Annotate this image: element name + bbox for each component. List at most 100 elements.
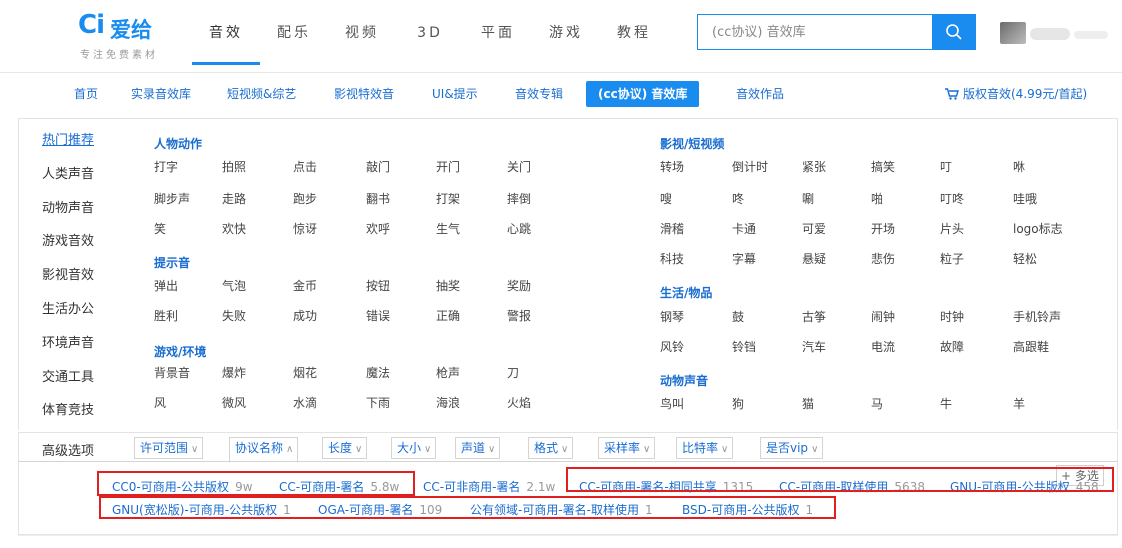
tag-item[interactable]: 悬疑 [802,250,826,267]
tag-item[interactable]: 刀 [507,364,519,381]
tag-item[interactable]: 枪声 [436,364,460,381]
tag-item[interactable]: 爆炸 [222,364,246,381]
tag-item[interactable]: 烟花 [293,364,317,381]
tag-item[interactable]: 弹出 [154,277,178,294]
tag-item[interactable]: 可爱 [802,220,826,237]
tag-item[interactable]: 海浪 [436,394,460,411]
filter-dropdown[interactable]: 格式 ∨ [528,437,574,459]
tag-item[interactable]: 欢快 [222,220,246,237]
subnav-home[interactable]: 首页 [74,81,98,107]
tag-item[interactable]: 打架 [436,190,460,207]
filter-dropdown[interactable]: 比特率 ∨ [676,437,734,459]
tag-item[interactable]: 倒计时 [732,158,768,175]
tag-item[interactable]: 关门 [507,158,531,175]
subnav-short-video[interactable]: 短视频&综艺 [227,81,296,107]
tag-item[interactable]: 马 [871,395,883,412]
tag-item[interactable]: 古筝 [802,308,826,325]
sidebar-item-film[interactable]: 影视音效 [20,259,116,293]
tag-item[interactable]: 金币 [293,277,317,294]
tag-item[interactable]: 开门 [436,158,460,175]
user-account[interactable] [1000,22,1108,44]
tag-item[interactable]: 唰 [802,190,814,207]
tag-item[interactable]: 高跟鞋 [1013,338,1049,355]
tag-item[interactable]: 电流 [871,338,895,355]
search-input[interactable] [698,15,934,49]
topnav-game[interactable]: 游戏 [532,0,600,66]
sidebar-item-game[interactable]: 游戏音效 [20,225,116,259]
tag-item[interactable]: 下雨 [366,394,390,411]
tag-item[interactable]: 叮咚 [940,190,964,207]
tag-item[interactable]: 错误 [366,307,390,324]
tag-item[interactable]: 片头 [940,220,964,237]
search-button[interactable] [932,14,976,50]
topnav-music[interactable]: 配乐 [260,0,328,66]
tag-item[interactable]: 笑 [154,220,166,237]
tag-item[interactable]: 轻松 [1013,250,1037,267]
tag-item[interactable]: 按钮 [366,277,390,294]
license-option[interactable]: CC-可非商用-署名 2.1w [423,478,555,495]
tag-item[interactable]: 开场 [871,220,895,237]
tag-item[interactable]: 滑稽 [660,220,684,237]
tag-item[interactable]: 悲伤 [871,250,895,267]
tag-item[interactable]: 敲门 [366,158,390,175]
tag-item[interactable]: 背景音 [154,364,190,381]
tag-item[interactable]: 翻书 [366,190,390,207]
filter-dropdown[interactable]: 采样率 ∨ [598,437,656,459]
tag-item[interactable]: 汽车 [802,338,826,355]
filter-dropdown[interactable]: 是否vip ∨ [760,437,824,459]
tag-item[interactable]: 搞笑 [871,158,895,175]
tag-item[interactable]: 时钟 [940,308,964,325]
tag-item[interactable]: 摔倒 [507,190,531,207]
tag-item[interactable]: 走路 [222,190,246,207]
subnav-works[interactable]: 音效作品 [736,81,784,107]
tag-item[interactable]: 惊讶 [293,220,317,237]
tag-item[interactable]: 水滴 [293,394,317,411]
tag-item[interactable]: 闹钟 [871,308,895,325]
tag-item[interactable]: 火焰 [507,394,531,411]
tag-item[interactable]: 猫 [802,395,814,412]
topnav-tutorial[interactable]: 教程 [600,0,668,66]
sidebar-item-life[interactable]: 生活办公 [20,293,116,327]
filter-dropdown[interactable]: 许可范围 ∨ [134,437,204,459]
filter-dropdown[interactable]: 声道 ∨ [455,437,501,459]
sidebar-item-sports[interactable]: 体育竞技 [20,394,116,428]
topnav-video[interactable]: 视频 [328,0,396,66]
tag-item[interactable]: 鸟叫 [660,395,684,412]
topnav-graphic[interactable]: 平面 [464,0,532,66]
tag-item[interactable]: 粒子 [940,250,964,267]
tag-item[interactable]: 微风 [222,394,246,411]
tag-item[interactable]: 打字 [154,158,178,175]
tag-item[interactable]: 羊 [1013,395,1025,412]
tag-item[interactable]: 欢呼 [366,220,390,237]
tag-item[interactable]: 鼓 [732,308,744,325]
topnav-sound-effects[interactable]: 音效 [192,0,260,66]
tag-item[interactable]: 跑步 [293,190,317,207]
tag-item[interactable]: 成功 [293,307,317,324]
sidebar-item-human[interactable]: 人类声音 [20,158,116,192]
tag-item[interactable]: 失败 [222,307,246,324]
subnav-ui-prompts[interactable]: UI&提示 [432,81,478,107]
tag-item[interactable]: 脚步声 [154,190,190,207]
subnav-film-effects[interactable]: 影视特效音 [334,81,394,107]
tag-item[interactable]: 钢琴 [660,308,684,325]
tag-item[interactable]: 抽奖 [436,277,460,294]
tag-item[interactable]: 胜利 [154,307,178,324]
tag-item[interactable]: 心跳 [507,220,531,237]
tag-item[interactable]: 点击 [293,158,317,175]
tag-item[interactable]: 气泡 [222,277,246,294]
tag-item[interactable]: 警报 [507,307,531,324]
tag-item[interactable]: 奖励 [507,277,531,294]
filter-dropdown[interactable]: 协议名称 ∧ [229,437,299,463]
avatar[interactable] [1000,22,1026,44]
filter-dropdown[interactable]: 长度 ∨ [322,437,368,459]
subnav-albums[interactable]: 音效专辑 [515,81,563,107]
copyright-sound-link[interactable]: 版权音效(4.99元/首起) [945,81,1087,107]
subnav-cc-library[interactable]: (cc协议) 音效库 [586,81,700,107]
tag-item[interactable]: 叮 [940,158,952,175]
tag-item[interactable]: 正确 [436,307,460,324]
tag-item[interactable]: 手机铃声 [1013,308,1061,325]
sidebar-item-environment[interactable]: 环境声音 [20,327,116,361]
tag-item[interactable]: logo标志 [1013,220,1063,237]
tag-item[interactable]: 生气 [436,220,460,237]
tag-item[interactable]: 风铃 [660,338,684,355]
